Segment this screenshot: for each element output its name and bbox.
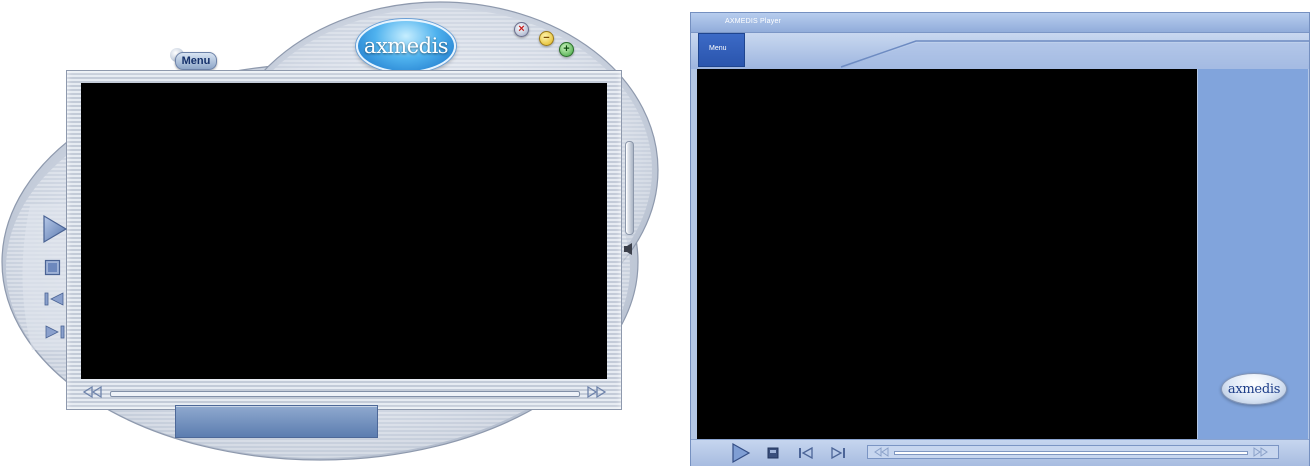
- play-button[interactable]: [42, 214, 68, 244]
- rewind-icon: [874, 447, 889, 457]
- oval-player-skin: Menu axmedis × − +: [0, 0, 660, 466]
- close-button[interactable]: ×: [514, 22, 529, 37]
- rewind-button[interactable]: [874, 447, 890, 457]
- fast-forward-icon: [1253, 447, 1268, 457]
- seek-bar[interactable]: [894, 451, 1248, 455]
- previous-icon: [44, 292, 64, 306]
- play-icon: [732, 443, 751, 463]
- next-icon: [831, 447, 845, 459]
- rewind-button[interactable]: [82, 385, 104, 399]
- maximize-icon: +: [563, 43, 570, 55]
- stop-icon: [767, 447, 779, 459]
- title-bar[interactable]: AXMEDIS Player: [691, 13, 1309, 33]
- previous-button[interactable]: [798, 447, 814, 459]
- video-display[interactable]: [697, 69, 1197, 439]
- fast-forward-button[interactable]: [1252, 447, 1268, 457]
- menu-button[interactable]: Menu: [170, 48, 217, 70]
- rectangular-player-skin: AXMEDIS Player Menu axmedis: [690, 12, 1310, 466]
- menu-label: Menu: [709, 45, 727, 52]
- stop-button[interactable]: [767, 447, 779, 459]
- axmedis-logo: axmedis: [1221, 373, 1287, 405]
- app-title: AXMEDIS Player: [725, 18, 782, 25]
- seek-bar-container: [867, 445, 1279, 459]
- logo-text: axmedis: [1227, 381, 1281, 397]
- volume-button[interactable]: [623, 242, 635, 256]
- logo-text: axmedis: [363, 34, 449, 58]
- fast-forward-icon: [587, 385, 607, 399]
- next-icon: [45, 325, 65, 339]
- minimize-button[interactable]: −: [539, 31, 554, 46]
- fast-forward-button[interactable]: [585, 385, 607, 399]
- speaker-icon: [624, 243, 632, 255]
- menu-bar: [691, 33, 1309, 69]
- previous-button[interactable]: [43, 291, 67, 307]
- maximize-button[interactable]: +: [559, 42, 574, 57]
- axmedis-logo: axmedis: [356, 19, 456, 73]
- play-button[interactable]: [731, 443, 751, 463]
- menu-button[interactable]: Menu: [698, 33, 745, 67]
- rewind-icon: [82, 385, 102, 399]
- status-display-panel: [175, 405, 378, 438]
- next-button[interactable]: [43, 324, 67, 340]
- seek-bar[interactable]: [110, 391, 580, 397]
- close-icon: ×: [518, 23, 525, 35]
- control-bar: [691, 439, 1309, 466]
- stop-button[interactable]: [44, 259, 61, 276]
- next-button[interactable]: [830, 447, 846, 459]
- video-display[interactable]: [81, 83, 607, 379]
- volume-slider[interactable]: [625, 141, 634, 235]
- stop-icon: [44, 259, 61, 276]
- play-icon: [43, 214, 68, 244]
- previous-icon: [799, 447, 813, 459]
- minimize-icon: −: [543, 32, 550, 44]
